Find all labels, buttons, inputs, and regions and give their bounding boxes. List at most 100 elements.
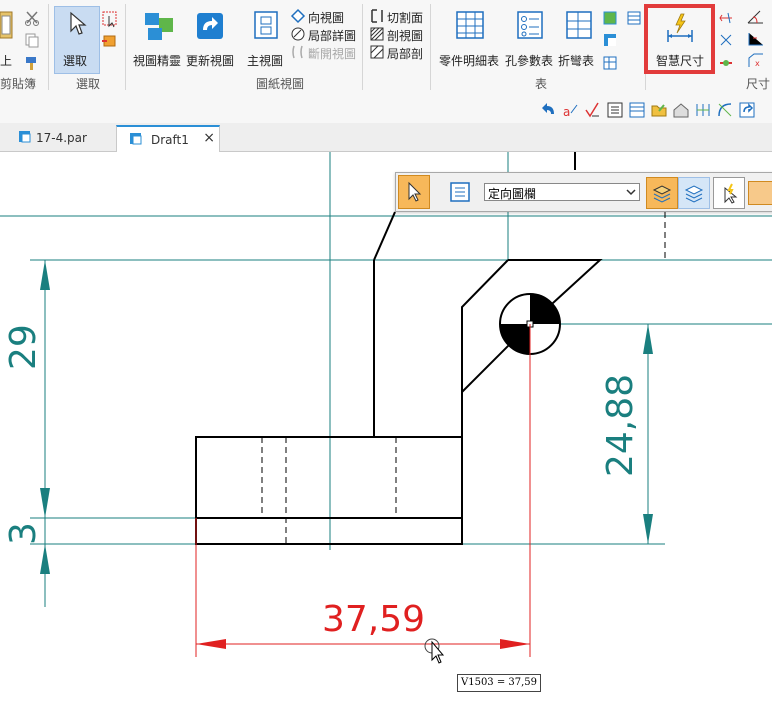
- paste-icon[interactable]: [0, 10, 14, 40]
- dimension-37-59-label[interactable]: 37,59: [322, 600, 425, 640]
- hole-table-icon[interactable]: [516, 10, 544, 40]
- principal-view-label[interactable]: 主視圖: [247, 52, 283, 69]
- chevron-down-icon: [626, 189, 636, 196]
- clipboard-group-label: 剪貼簿: [0, 77, 37, 91]
- dimension-tool-1-icon[interactable]: [718, 10, 734, 26]
- broken-out-label[interactable]: 局部剖: [387, 45, 423, 62]
- surface-texture-icon[interactable]: [583, 101, 601, 119]
- drawing-views-group-label: 圖紙視圖: [256, 77, 305, 91]
- tab-label: 17-4.par: [36, 130, 87, 145]
- update-views-label[interactable]: 更新視圖: [186, 52, 234, 69]
- auxiliary-view-label[interactable]: 向視圖: [308, 9, 344, 26]
- layer-stack-button[interactable]: [646, 177, 678, 209]
- table-option-3-icon[interactable]: [602, 32, 618, 48]
- pointer-icon: [408, 181, 422, 202]
- dimension-24-88-label[interactable]: 24,88: [600, 374, 641, 477]
- broken-out-icon[interactable]: [369, 44, 385, 60]
- separator: [125, 4, 126, 90]
- copy-icon[interactable]: [24, 32, 40, 48]
- separator: [362, 4, 363, 90]
- command-bar: 定向圖欄: [395, 172, 772, 212]
- pointer-icon: [70, 11, 87, 35]
- table-option-4-icon[interactable]: [602, 55, 618, 71]
- section-view-label[interactable]: 剖視圖: [387, 27, 423, 44]
- parts-list-icon[interactable]: [455, 10, 485, 40]
- smart-pick-icon: [724, 183, 738, 204]
- format-painter-icon[interactable]: [24, 55, 40, 71]
- broken-view-icon: [292, 45, 303, 59]
- draft-file-icon: [130, 133, 142, 145]
- layer-stack-icon: [652, 185, 672, 203]
- select-label: 選取: [63, 54, 88, 68]
- list-icon[interactable]: [606, 101, 624, 119]
- coordinate-dimension-icon[interactable]: [746, 30, 766, 48]
- ribbon: 上 剪貼簿 選取 選取 視圖精靈 更新視圖 主視圖 向視圖 局部詳圖 斷開視圖 …: [0, 0, 772, 98]
- detail-view-label[interactable]: 局部詳圖: [308, 27, 356, 44]
- select-button[interactable]: 選取: [54, 6, 100, 74]
- teal-arrowheads: [40, 260, 653, 574]
- layer-stack-2-button[interactable]: [678, 177, 710, 209]
- tab-17-4-par[interactable]: 17-4.par: [14, 125, 108, 150]
- symmetry-icon[interactable]: [694, 101, 712, 119]
- bend-table-icon[interactable]: [565, 10, 593, 40]
- detail-view-icon[interactable]: [290, 26, 306, 42]
- smart-pick-button[interactable]: [713, 177, 745, 209]
- principal-view-icon[interactable]: [253, 10, 279, 40]
- orientation-dropdown[interactable]: 定向圖欄: [484, 183, 640, 201]
- bend-table-label[interactable]: 折彎表: [558, 52, 594, 69]
- dropdown-value: 定向圖欄: [488, 187, 537, 201]
- view-wizard-label[interactable]: 視圖精靈: [133, 52, 181, 69]
- text-annotation-icon[interactable]: a: [561, 101, 579, 119]
- dimension-tool-2-icon[interactable]: [718, 32, 734, 48]
- cutting-plane-label[interactable]: 切割面: [387, 9, 423, 26]
- smart-dimension-icon: [667, 13, 693, 42]
- close-icon[interactable]: ×: [203, 130, 215, 146]
- parts-list-label[interactable]: 零件明細表: [439, 52, 499, 69]
- cut-icon[interactable]: [24, 10, 40, 26]
- table-option-2-icon[interactable]: [626, 10, 642, 26]
- section-view-icon[interactable]: [369, 26, 385, 42]
- layer-icon[interactable]: [628, 101, 646, 119]
- layer-stack-2-icon: [684, 185, 704, 203]
- separator: [48, 4, 49, 90]
- document-tabs: 17-4.par Draft1 ×: [0, 123, 772, 152]
- arc-tool-icon[interactable]: [716, 101, 734, 119]
- svg-text:a: a: [563, 105, 570, 119]
- cutting-plane-icon[interactable]: [369, 8, 385, 24]
- separator: [430, 4, 431, 90]
- dimension-value-tooltip: V1503 = 37,59: [457, 674, 542, 692]
- refresh-icon[interactable]: [738, 101, 756, 119]
- paste-label[interactable]: 上: [0, 52, 12, 69]
- select-tool-button[interactable]: [398, 175, 430, 209]
- undo-icon[interactable]: [540, 101, 558, 119]
- select-tool-icon[interactable]: [101, 10, 119, 28]
- select-filter-icon[interactable]: [101, 32, 119, 50]
- hole-table-label[interactable]: 孔參數表: [505, 52, 553, 69]
- angle-dimension-icon[interactable]: [746, 8, 766, 26]
- dimension-3-label[interactable]: 3: [3, 515, 44, 545]
- auxiliary-view-icon[interactable]: [290, 8, 306, 24]
- tables-group-label: 表: [535, 77, 548, 91]
- mouse-cursor: [424, 638, 445, 664]
- smart-dimension-label: 智慧尺寸: [656, 54, 705, 68]
- select-group-label: 選取: [76, 77, 101, 91]
- dimension-29-label[interactable]: 29: [3, 310, 44, 370]
- svg-text:x: x: [755, 59, 760, 68]
- dimension-tool-3-icon[interactable]: [718, 55, 734, 71]
- command-strip: a: [0, 97, 772, 124]
- home-icon[interactable]: [672, 101, 690, 119]
- tab-draft1[interactable]: Draft1 ×: [116, 125, 220, 152]
- chamfer-dimension-icon[interactable]: x: [746, 52, 766, 70]
- properties-icon[interactable]: [448, 180, 472, 204]
- view-wizard-icon[interactable]: [142, 10, 176, 44]
- update-views-icon[interactable]: [194, 10, 226, 42]
- dimension-group-label: 尺寸: [746, 77, 771, 91]
- table-option-1-icon[interactable]: [602, 10, 618, 26]
- part-file-icon: [19, 131, 31, 143]
- open-folder-icon[interactable]: [650, 101, 668, 119]
- tab-label: Draft1: [151, 132, 189, 147]
- smart-dimension-button[interactable]: 智慧尺寸: [644, 4, 715, 74]
- broken-view-label: 斷開視圖: [308, 47, 357, 61]
- extra-option-button[interactable]: [748, 181, 772, 205]
- construction-lines: [0, 152, 772, 607]
